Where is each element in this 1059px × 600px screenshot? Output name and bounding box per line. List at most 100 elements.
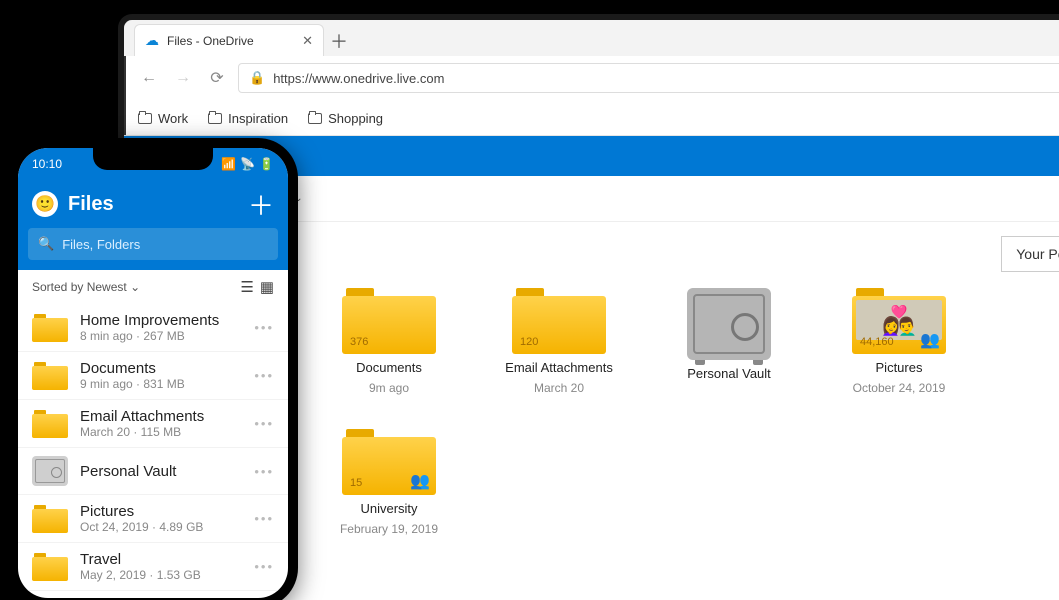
- item-name: Documents: [80, 360, 242, 377]
- folder-icon: 120: [512, 288, 606, 354]
- item-count: 120: [520, 336, 538, 348]
- folder-icon: [208, 113, 222, 124]
- item-count: 44,160: [860, 336, 894, 348]
- item-meta: Oct 24, 2019 · 4.89 GB: [80, 520, 242, 534]
- tab-title: Files - OneDrive: [167, 34, 254, 48]
- item-name: Home Improvements: [80, 312, 242, 329]
- item-name: Email Attachments: [80, 408, 242, 425]
- favorite-label: Inspiration: [228, 111, 288, 126]
- phone-notch: [93, 148, 213, 170]
- tile-meta: March 20: [534, 381, 584, 395]
- phone-header: 🙂 Files ＋: [18, 180, 288, 228]
- item-meta: May 2, 2019 · 1.53 GB: [80, 568, 242, 582]
- tile-meta: 9m ago: [369, 381, 409, 395]
- folder-tile[interactable]: 15 👥 University February 19, 2019: [324, 429, 454, 536]
- chevron-down-icon: ⌄: [130, 280, 140, 294]
- list-item[interactable]: PicturesOct 24, 2019 · 4.89 GB •••: [18, 495, 288, 543]
- folder-icon: [32, 314, 68, 342]
- tile-name: Email Attachments: [505, 360, 613, 375]
- tile-name: Personal Vault: [687, 366, 771, 381]
- browser-chrome: ☁ Files - OneDrive ✕ ＋ ← → ⟳ 🔒 https://w…: [124, 20, 1059, 136]
- sort-label: Sorted by Newest: [32, 280, 127, 294]
- avatar[interactable]: 🙂: [32, 191, 58, 217]
- more-icon[interactable]: •••: [254, 464, 274, 479]
- onedrive-cloud-icon: ☁: [145, 32, 159, 49]
- list-item[interactable]: Personal Vault •••: [18, 448, 288, 495]
- personal-vault-chip[interactable]: Your Perso: [1001, 236, 1059, 272]
- signal-icon: 📶: [221, 157, 236, 171]
- folder-icon: [32, 362, 68, 390]
- phone-header-title: Files: [68, 193, 238, 216]
- item-name: Pictures: [80, 503, 242, 520]
- tab-close-icon[interactable]: ✕: [302, 33, 313, 49]
- wifi-icon: 📡: [240, 157, 255, 171]
- address-bar-row: ← → ⟳ 🔒 https://www.onedrive.live.com: [124, 56, 1059, 100]
- phone-status-icons: 📶 📡 🔋: [221, 157, 274, 171]
- tab-strip: ☁ Files - OneDrive ✕ ＋: [124, 20, 1059, 56]
- battery-icon: 🔋: [259, 157, 274, 171]
- more-icon[interactable]: •••: [254, 511, 274, 526]
- browser-tab[interactable]: ☁ Files - OneDrive ✕: [134, 24, 324, 56]
- folder-tile[interactable]: Personal Vault: [664, 288, 794, 395]
- lock-icon: 🔒: [249, 70, 265, 86]
- phone-screen: 10:10 📶 📡 🔋 🙂 Files ＋ 🔍 Files, Folders S…: [18, 148, 288, 598]
- new-tab-button[interactable]: ＋: [324, 26, 354, 56]
- item-count: 376: [350, 336, 368, 348]
- search-input[interactable]: 🔍 Files, Folders: [28, 228, 278, 260]
- sort-button[interactable]: Sorted by Newest ⌄: [32, 280, 140, 294]
- vault-icon: [32, 456, 68, 486]
- tile-name: University: [360, 501, 417, 516]
- favorite-inspiration[interactable]: Inspiration: [208, 111, 288, 126]
- folder-tile[interactable]: 120 Email Attachments March 20: [494, 288, 624, 395]
- item-meta: March 20 · 115 MB: [80, 425, 242, 439]
- folder-icon: [32, 505, 68, 533]
- back-button[interactable]: ←: [136, 65, 162, 91]
- shared-icon: 👥: [410, 471, 430, 491]
- address-bar[interactable]: 🔒 https://www.onedrive.live.com: [238, 63, 1059, 93]
- add-button[interactable]: ＋: [248, 186, 274, 223]
- favorites-bar: Work Inspiration Shopping: [124, 100, 1059, 136]
- search-placeholder: Files, Folders: [62, 237, 140, 252]
- list-item[interactable]: Home Improvements8 min ago · 267 MB•••: [18, 304, 288, 352]
- favorite-label: Shopping: [328, 111, 383, 126]
- item-name: Personal Vault: [80, 463, 242, 480]
- item-name: Travel: [80, 551, 242, 568]
- tile-name: Pictures: [876, 360, 923, 375]
- folder-icon: 15 👥: [342, 429, 436, 495]
- search-icon: 🔍: [38, 236, 54, 252]
- favorite-shopping[interactable]: Shopping: [308, 111, 383, 126]
- list-item[interactable]: Documents9 min ago · 831 MB •••: [18, 352, 288, 400]
- folder-tile[interactable]: 44,160 👥 Pictures October 24, 2019: [834, 288, 964, 395]
- vault-icon: [687, 288, 771, 360]
- list-view-icon[interactable]: ☰: [240, 278, 253, 296]
- vault-chip-label: Your Perso: [1016, 246, 1059, 262]
- shared-icon: 👥: [920, 330, 940, 350]
- folder-icon: [308, 113, 322, 124]
- url-text: https://www.onedrive.live.com: [273, 71, 444, 86]
- more-icon[interactable]: •••: [254, 320, 274, 335]
- folder-icon: 44,160 👥: [852, 288, 946, 354]
- folder-icon: [32, 553, 68, 581]
- favorite-work[interactable]: Work: [138, 111, 188, 126]
- tile-meta: October 24, 2019: [853, 381, 946, 395]
- list-item[interactable]: Email AttachmentsMarch 20 · 115 MB •••: [18, 400, 288, 448]
- tile-meta: February 19, 2019: [340, 522, 438, 536]
- folder-tile[interactable]: 376 Documents 9m ago: [324, 288, 454, 395]
- more-icon[interactable]: •••: [254, 559, 274, 574]
- favorite-label: Work: [158, 111, 188, 126]
- forward-button[interactable]: →: [170, 65, 196, 91]
- phone-frame: 10:10 📶 📡 🔋 🙂 Files ＋ 🔍 Files, Folders S…: [8, 138, 298, 600]
- grid-view-icon[interactable]: ▦: [260, 278, 274, 296]
- tile-name: Documents: [356, 360, 422, 375]
- phone-time: 10:10: [32, 157, 62, 171]
- phone-file-list: Home Improvements8 min ago · 267 MB•••Do…: [18, 304, 288, 591]
- more-icon[interactable]: •••: [254, 368, 274, 383]
- more-icon[interactable]: •••: [254, 416, 274, 431]
- folder-icon: 376: [342, 288, 436, 354]
- refresh-button[interactable]: ⟳: [204, 65, 230, 91]
- item-meta: 9 min ago · 831 MB: [80, 377, 242, 391]
- list-item[interactable]: TravelMay 2, 2019 · 1.53 GB •••: [18, 543, 288, 591]
- item-count: 15: [350, 477, 362, 489]
- folder-icon: [138, 113, 152, 124]
- phone-search-wrap: 🔍 Files, Folders: [18, 228, 288, 270]
